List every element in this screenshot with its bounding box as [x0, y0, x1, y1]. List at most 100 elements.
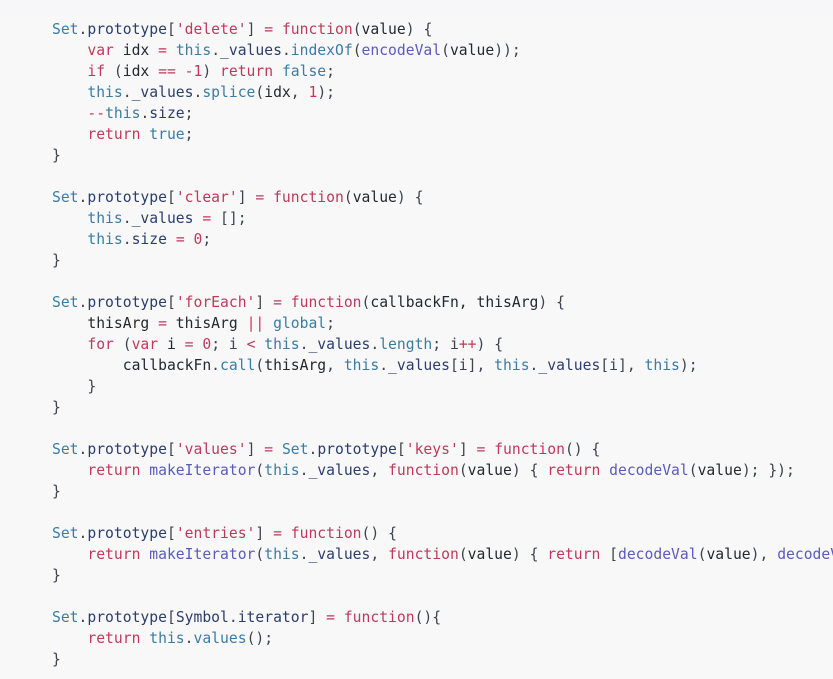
- code-token: [: [396, 440, 406, 458]
- code-token: prototype: [87, 188, 167, 206]
- code-token: _values: [308, 461, 371, 479]
- code-token: prototype: [87, 440, 167, 458]
- code-token: length: [379, 335, 433, 353]
- code-token: value: [697, 461, 742, 479]
- code-token: {: [414, 188, 424, 206]
- code-token: [i]: [600, 356, 627, 374]
- code-token: this: [175, 41, 212, 59]
- code-token: Set: [281, 440, 309, 458]
- code-token: =: [184, 335, 194, 353]
- code-token: (: [255, 461, 265, 479]
- code-token: [i]: [449, 356, 477, 374]
- code-token: decodeVal: [618, 545, 698, 563]
- code-token: ; i: [432, 335, 459, 353]
- code-token: _values: [131, 83, 194, 101]
- code-token: --: [87, 104, 106, 122]
- code-token: .: [140, 104, 150, 122]
- code-token: (: [458, 461, 468, 479]
- code-token: [: [609, 545, 618, 563]
- code-token: value: [449, 41, 495, 59]
- code-token: [: [166, 188, 176, 206]
- code-token: Set: [52, 608, 79, 626]
- code-token: (): [564, 440, 583, 458]
- code-token: ,: [370, 545, 389, 563]
- code-token: =: [255, 188, 265, 206]
- code-token: this: [264, 335, 300, 353]
- code-token: iterator: [237, 608, 309, 626]
- code-token: true: [149, 125, 185, 143]
- code-token: for: [87, 335, 114, 353]
- code-token: =: [202, 209, 212, 227]
- code-line: }: [52, 649, 833, 670]
- code-token: ): [405, 20, 415, 38]
- code-token: size: [149, 104, 185, 122]
- code-token: [: [166, 524, 176, 542]
- code-token: this: [105, 104, 141, 122]
- code-line: var idx = this._values.indexOf(encodeVal…: [52, 40, 833, 61]
- code-token: idx: [264, 83, 291, 101]
- code-token: }: [52, 566, 61, 584]
- code-token: }: [52, 482, 61, 500]
- code-token: )): [494, 41, 512, 59]
- code-viewer[interactable]: Set.prototype['delete'] = function(value…: [0, 14, 833, 679]
- code-token: (: [122, 335, 132, 353]
- code-token: =: [158, 41, 167, 59]
- code-token: prototype: [87, 293, 167, 311]
- code-token: (: [343, 188, 353, 206]
- code-line: Set.prototype['clear'] = function(value)…: [52, 187, 833, 208]
- code-token: ,: [326, 356, 344, 374]
- code-token: =: [264, 20, 274, 38]
- code-token: this: [264, 461, 300, 479]
- code-line: if (idx == -1) return false;: [52, 61, 833, 82]
- code-token: ,: [476, 356, 495, 374]
- code-token: Symbol: [175, 608, 229, 626]
- code-token: thisArg: [166, 314, 247, 332]
- code-token: callbackFn: [52, 356, 212, 374]
- code-token: indexOf: [290, 41, 353, 59]
- code-token: value: [467, 461, 512, 479]
- code-line: Set.prototype['entries'] = function() {: [52, 523, 833, 544]
- code-token: ;: [184, 104, 194, 122]
- code-token: .: [122, 230, 132, 248]
- code-token: =: [326, 608, 335, 626]
- code-token: function: [290, 524, 362, 542]
- code-token: value: [352, 188, 397, 206]
- code-line: for (var i = 0; i < this._values.length;…: [52, 334, 833, 355]
- code-token: -1: [184, 62, 203, 80]
- code-token: Set: [52, 440, 79, 458]
- code-token: .: [370, 335, 380, 353]
- code-token: =: [273, 293, 282, 311]
- code-token: .: [211, 41, 221, 59]
- code-token: makeIterator: [149, 461, 256, 479]
- code-token: idx: [122, 62, 159, 80]
- code-token: _values: [308, 335, 371, 353]
- code-token: ): [396, 188, 406, 206]
- code-line: this.size = 0;: [52, 229, 833, 250]
- code-token: prototype: [87, 608, 167, 626]
- code-token: this: [494, 356, 530, 374]
- code-token: Set: [52, 524, 79, 542]
- code-token: [: [166, 293, 176, 311]
- code-token: this: [343, 356, 380, 374]
- code-token: value: [467, 545, 512, 563]
- code-token: splice: [202, 83, 256, 101]
- code-token: prototype: [317, 440, 397, 458]
- code-token: [: [166, 20, 176, 38]
